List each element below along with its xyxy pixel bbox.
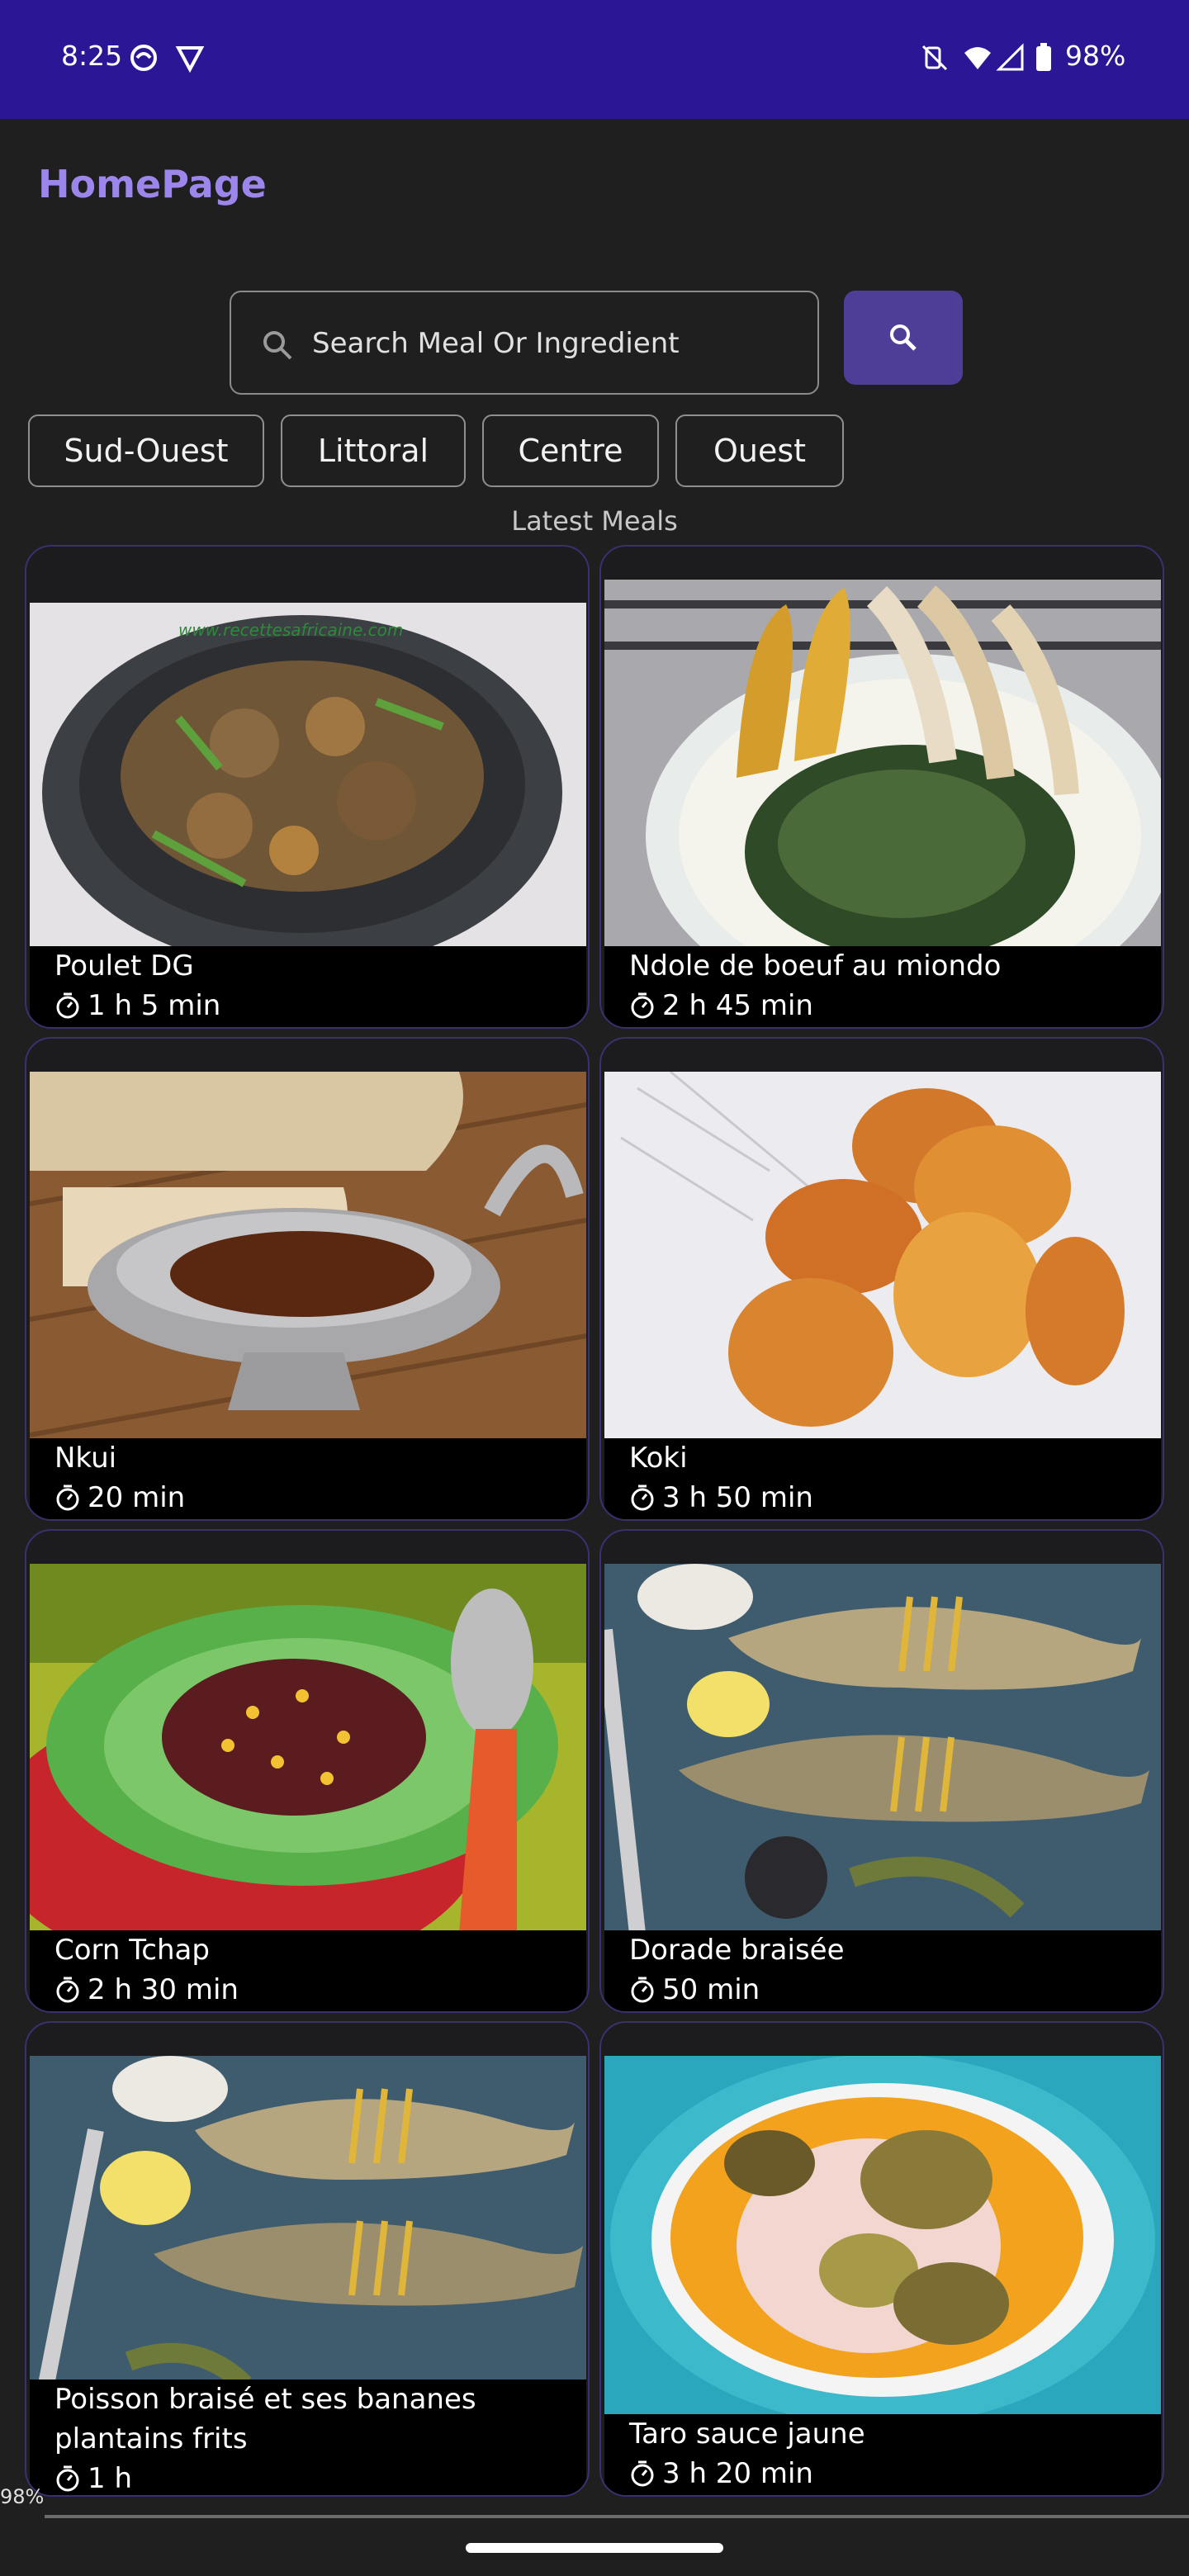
timer-icon bbox=[631, 1485, 654, 1511]
signal-icon bbox=[996, 43, 1024, 71]
page-title: HomePage bbox=[38, 162, 267, 206]
timer-icon bbox=[631, 2460, 654, 2487]
meal-duration: 3 h 20 min bbox=[662, 2457, 813, 2490]
battery-percent: 98% bbox=[1065, 40, 1126, 72]
section-title: Latest Meals bbox=[511, 505, 678, 537]
meal-duration: 1 h 5 min bbox=[88, 989, 221, 1022]
meal-name: Poisson braisé et ses bananes plantains … bbox=[54, 2383, 476, 2455]
meal-card[interactable]: www.recettesafricaine.com Poulet DG 1 h … bbox=[25, 545, 590, 1029]
meal-image bbox=[604, 2056, 1161, 2424]
app-notification-icon bbox=[130, 45, 157, 71]
meal-name: Nkui bbox=[54, 1442, 117, 1475]
search-field[interactable] bbox=[230, 291, 819, 395]
chip-littoral[interactable]: Littoral bbox=[281, 414, 466, 487]
meal-name: Taro sauce jaune bbox=[629, 2417, 865, 2451]
search-icon bbox=[263, 331, 292, 360]
meal-duration: 2 h 45 min bbox=[662, 989, 813, 1022]
meal-image bbox=[604, 580, 1161, 949]
status-time: 8:25 bbox=[61, 40, 123, 72]
meal-image bbox=[30, 1072, 586, 1442]
meal-card[interactable]: Koki 3 h 50 min bbox=[599, 1037, 1164, 1521]
timer-icon bbox=[56, 992, 79, 1019]
wifi-icon bbox=[964, 47, 991, 69]
meal-card[interactable]: Ndole de boeuf au miondo 2 h 45 min bbox=[599, 545, 1164, 1029]
zoom-badge: 98% bbox=[0, 2485, 45, 2508]
scroll-indicator bbox=[45, 2515, 1189, 2518]
search-input[interactable] bbox=[312, 317, 799, 370]
meal-duration: 50 min bbox=[662, 1973, 760, 2006]
mute-icon bbox=[921, 45, 948, 71]
chip-sud-ouest[interactable]: Sud-Ouest bbox=[28, 414, 264, 487]
meal-image bbox=[604, 1072, 1161, 1442]
timer-icon bbox=[631, 992, 654, 1019]
timer-icon bbox=[56, 2465, 79, 2492]
meal-card[interactable]: Taro sauce jaune 3 h 20 min bbox=[599, 2021, 1164, 2497]
meal-name: Ndole de boeuf au miondo bbox=[629, 949, 1002, 983]
meal-name: Corn Tchap bbox=[54, 1934, 210, 1967]
timer-icon bbox=[56, 1977, 79, 2003]
search-icon bbox=[890, 324, 917, 351]
timer-icon bbox=[56, 1485, 79, 1511]
meal-name: Koki bbox=[629, 1442, 688, 1475]
battery-icon bbox=[1036, 43, 1051, 71]
meal-image bbox=[30, 1564, 586, 1934]
meal-card[interactable]: Dorade braisée 50 min bbox=[599, 1529, 1164, 2013]
image-watermark: www.recettesafricaine.com bbox=[178, 620, 403, 640]
meal-duration: 3 h 50 min bbox=[662, 1481, 813, 1514]
meal-card[interactable]: Nkui 20 min bbox=[25, 1037, 590, 1521]
meal-name: Poulet DG bbox=[54, 949, 194, 983]
meal-image bbox=[30, 2056, 586, 2384]
meal-name: Dorade braisée bbox=[629, 1934, 845, 1967]
meal-duration: 20 min bbox=[88, 1481, 186, 1514]
chip-ouest[interactable]: Ouest bbox=[675, 414, 844, 487]
search-button[interactable] bbox=[844, 291, 963, 385]
status-bar: 8:25 98% bbox=[0, 0, 1189, 119]
timer-icon bbox=[631, 1977, 654, 2003]
vpn-icon bbox=[175, 46, 205, 73]
meal-card[interactable]: Poisson braisé et ses bananes plantains … bbox=[25, 2021, 590, 2497]
meal-image bbox=[604, 1564, 1161, 1934]
meal-card[interactable]: Corn Tchap 2 h 30 min bbox=[25, 1529, 590, 2013]
meal-image: www.recettesafricaine.com bbox=[30, 603, 586, 949]
home-indicator[interactable] bbox=[466, 2543, 723, 2553]
meal-duration: 2 h 30 min bbox=[88, 1973, 239, 2006]
meal-duration: 1 h bbox=[88, 2462, 132, 2495]
chip-centre[interactable]: Centre bbox=[482, 414, 659, 487]
